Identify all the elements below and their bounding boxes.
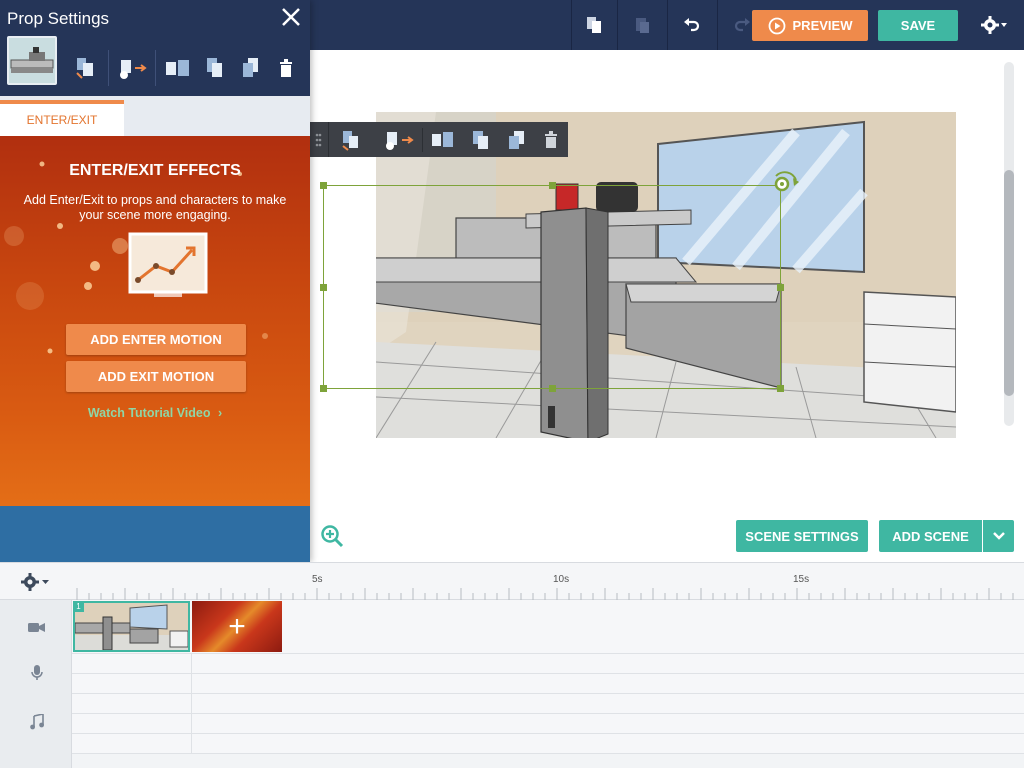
- vertical-scrollbar[interactable]: [1004, 62, 1014, 426]
- swap-prop-icon[interactable]: [340, 128, 362, 152]
- redo-icon[interactable]: [730, 13, 754, 37]
- prop-settings-panel: Prop Settings ENTER/EXIT ENTER/EXIT EFFE…: [0, 0, 310, 562]
- settings-gear-icon[interactable]: [978, 13, 1012, 37]
- zoom-in-icon[interactable]: [320, 524, 344, 548]
- resize-handle[interactable]: [549, 182, 556, 189]
- tick-label-15s: 15s: [793, 574, 810, 585]
- flip-icon[interactable]: [164, 55, 192, 81]
- save-label: SAVE: [900, 18, 936, 33]
- send-backward-icon[interactable]: [240, 55, 262, 81]
- trash-icon[interactable]: [542, 128, 560, 152]
- selection-box[interactable]: [320, 171, 799, 392]
- play-circle-icon: [768, 17, 785, 34]
- chevron-down-icon: [992, 532, 1005, 540]
- save-button[interactable]: SAVE: [878, 10, 958, 41]
- plus-icon: +: [228, 609, 246, 643]
- toolbar-divider: [571, 0, 572, 50]
- toolbar-divider: [422, 128, 423, 152]
- bring-forward-icon[interactable]: [470, 128, 492, 152]
- promo-description: Add Enter/Exit to props and characters t…: [23, 193, 287, 222]
- panel-title: Prop Settings: [7, 9, 110, 28]
- scene-settings-button[interactable]: SCENE SETTINGS: [736, 520, 868, 552]
- promo-title: ENTER/EXIT EFFECTS: [69, 162, 241, 179]
- add-enter-label: ADD ENTER MOTION: [90, 332, 222, 347]
- panel-header: Prop Settings: [0, 0, 310, 96]
- send-backward-icon[interactable]: [506, 128, 528, 152]
- music-note-icon: [30, 713, 44, 735]
- add-scene-label: ADD SCENE: [892, 528, 969, 544]
- add-enter-motion-button[interactable]: ADD ENTER MOTION: [66, 324, 246, 355]
- scene-number-badge: 1: [73, 601, 84, 612]
- flip-icon[interactable]: [430, 128, 456, 152]
- audio-track[interactable]: [72, 654, 1024, 674]
- toolbar-divider: [667, 0, 668, 50]
- add-motion-icon[interactable]: [384, 128, 416, 152]
- timeline-settings-gear-icon[interactable]: [20, 572, 54, 592]
- track-divider: [191, 654, 192, 754]
- tick-label-10s: 10s: [553, 574, 570, 585]
- add-clip-button[interactable]: +: [192, 601, 282, 652]
- resize-handle[interactable]: [777, 284, 784, 291]
- tutorial-label: Watch Tutorial Video: [87, 406, 211, 420]
- preview-button[interactable]: PREVIEW: [752, 10, 868, 41]
- resize-handle[interactable]: [320, 284, 327, 291]
- scene-clip-thumbnail[interactable]: [73, 601, 190, 652]
- prop-thumbnail[interactable]: [7, 36, 57, 85]
- add-exit-motion-button[interactable]: ADD EXIT MOTION: [66, 361, 246, 392]
- add-exit-label: ADD EXIT MOTION: [97, 369, 215, 384]
- enter-exit-promo: ENTER/EXIT EFFECTS Add Enter/Exit to pro…: [0, 136, 310, 506]
- add-scene-dropdown[interactable]: [983, 520, 1014, 552]
- music-track[interactable]: [72, 714, 1024, 734]
- resize-handle[interactable]: [777, 385, 784, 392]
- add-scene-button[interactable]: ADD SCENE: [879, 520, 982, 552]
- rotate-handle-icon[interactable]: [772, 170, 804, 198]
- trash-icon[interactable]: [275, 55, 297, 81]
- toolbar-divider: [617, 0, 618, 50]
- bring-forward-icon[interactable]: [204, 55, 226, 81]
- paste-icon[interactable]: [630, 13, 654, 37]
- camera-icon: [28, 620, 46, 638]
- resize-handle[interactable]: [549, 385, 556, 392]
- preview-label: PREVIEW: [792, 18, 853, 33]
- ruler-ticks: [76, 588, 1014, 600]
- swap-prop-icon[interactable]: [74, 55, 96, 81]
- undo-icon[interactable]: [680, 13, 704, 37]
- audio-track[interactable]: [72, 674, 1024, 694]
- scene-settings-label: SCENE SETTINGS: [745, 528, 859, 544]
- toolbar-divider: [108, 50, 109, 86]
- sparkle-decoration: [4, 161, 268, 354]
- music-track[interactable]: [72, 694, 1024, 714]
- track-labels: [0, 600, 72, 768]
- floating-prop-toolbar: [310, 122, 568, 157]
- toolbar-divider: [717, 0, 718, 50]
- toolbar-divider: [155, 50, 156, 86]
- tab-enter-exit[interactable]: ENTER/EXIT: [0, 100, 124, 136]
- timeline: 5s 10s 15s: [0, 562, 1024, 768]
- add-motion-icon[interactable]: [118, 55, 148, 81]
- tick-label-5s: 5s: [312, 574, 323, 585]
- microphone-icon: [31, 665, 43, 686]
- close-icon[interactable]: [280, 6, 302, 28]
- panel-footer: [0, 506, 310, 562]
- resize-handle[interactable]: [320, 182, 327, 189]
- copy-icon[interactable]: [582, 13, 606, 37]
- timeline-ruler[interactable]: 5s 10s 15s: [0, 562, 1024, 600]
- music-track[interactable]: [72, 734, 1024, 754]
- scrollbar-thumb[interactable]: [1004, 170, 1014, 396]
- tab-label: ENTER/EXIT: [26, 113, 98, 127]
- watch-tutorial-link[interactable]: Watch Tutorial Video ›: [0, 406, 310, 420]
- chevron-right-icon: ›: [218, 406, 223, 420]
- resize-handle[interactable]: [320, 385, 327, 392]
